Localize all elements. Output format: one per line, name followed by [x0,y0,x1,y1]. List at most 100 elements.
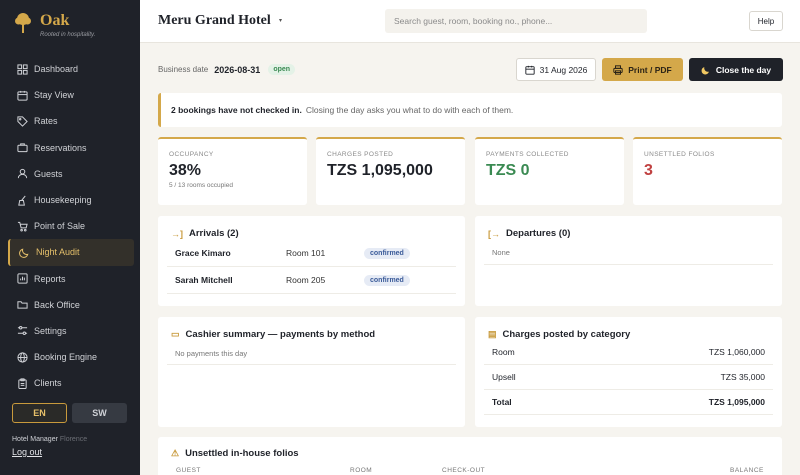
sidebar-item-label: Settings [34,325,67,336]
user-info: Hotel Manager Florence [12,436,87,443]
sidebar-nav: Dashboard Stay View Rates Reservations G… [8,56,134,396]
category-amount: TZS 35,000 [720,372,765,382]
sidebar-item-stay-view[interactable]: Stay View [8,82,134,108]
payments-collected-card: PAYMENTS COLLECTED TZS 0 [475,137,624,205]
unsettled-folios-title: ⚠ Unsettled in-house folios [171,448,299,459]
unsettled-folios-card: UNSETTLED FOLIOS 3 [633,137,782,205]
printer-icon [613,64,623,75]
sidebar-item-guests[interactable]: Guests [8,161,134,187]
table-row: Room TZS 1,060,000 [484,340,773,365]
business-date: Business date 2026-08-31 open [158,64,296,75]
room-number: Room 205 [286,275,326,285]
total-amount: TZS 1,095,000 [708,397,765,407]
close-the-day-button[interactable]: Close the day [689,58,783,81]
sidebar-item-label: Back Office [34,299,80,310]
calendar-icon [16,89,28,101]
category-amount: TZS 1,060,000 [708,347,765,357]
occupancy-card: OCCUPANCY 38% 5 / 13 rooms occupied [158,137,307,205]
help-button[interactable]: Help [749,11,783,31]
guest-name: Grace Kimaro [175,248,231,258]
sidebar-item-booking-engine[interactable]: Booking Engine [8,344,134,370]
moon-icon [701,66,709,74]
departures-title: [→ Departures (0) [488,228,570,239]
column-header-guest[interactable]: GUEST [176,467,201,474]
arrivals-panel: →] Arrivals (2) Grace Kimaro Room 101 co… [158,216,465,306]
calendar-icon [525,65,535,75]
user-role: Hotel Manager [12,436,58,443]
lang-sw-button[interactable]: SW [72,403,127,423]
search-input[interactable]: Search guest, room, booking no., phone..… [385,9,647,33]
print-pdf-button[interactable]: Print / PDF [602,58,683,81]
tag-icon [16,115,28,127]
business-date-value: 2026-08-31 [214,64,261,75]
close-the-day-label: Close the day [715,64,772,75]
date-picker-button[interactable]: 31 Aug 2026 [516,58,596,81]
cart-icon [16,220,28,232]
oak-tree-logo-icon [15,13,31,33]
sidebar-item-label: Guests [34,168,63,179]
print-pdf-label: Print / PDF [628,64,672,75]
user-name: Florence [59,436,88,443]
sidebar-item-label: Night Audit [36,247,80,258]
briefcase-icon [16,142,28,154]
sidebar-item-reports[interactable]: Reports [8,266,134,292]
empty-message: None [492,248,510,257]
sidebar-item-label: Booking Engine [34,352,98,363]
table-row: Upsell TZS 35,000 [484,365,773,390]
table-row[interactable]: Sarah Mitchell Room 205 confirmed [167,267,456,294]
charges-by-category-label: Charges posted by category [502,329,631,340]
cashier-summary-panel: ▭ Cashier summary — payments by method N… [158,317,465,427]
chevron-down-icon[interactable]: ▾ [279,17,282,24]
total-row: Total TZS 1,095,000 [484,390,773,415]
total-label: Total [492,397,512,407]
clipboard-icon [16,377,28,389]
sidebar-item-label: Reports [34,273,66,284]
empty-message: No payments this day [175,349,248,358]
language-switcher: EN SW [12,403,127,423]
brand-name: Oak [40,12,70,29]
divider [484,264,773,265]
globe-icon [16,351,28,363]
not-checked-in-alert: 2 bookings have not checked in. Closing … [158,93,782,127]
receipt-icon: ▤ [488,329,497,339]
stat-value: 38% [169,162,202,179]
cashier-summary-label: Cashier summary — payments by method [185,329,376,340]
status-badge: confirmed [364,274,410,286]
unsettled-folios-label: Unsettled in-house folios [185,448,299,459]
chart-icon [16,273,28,285]
category-name: Upsell [492,372,516,382]
category-name: Room [492,347,515,357]
broom-icon [16,194,28,206]
column-header-check-out[interactable]: CHECK-OUT [442,467,485,474]
sidebar-item-reservations[interactable]: Reservations [8,135,134,161]
table-row[interactable]: Grace Kimaro Room 101 confirmed [167,240,456,267]
stat-value: TZS 1,095,000 [327,162,433,179]
sidebar-item-point-of-sale[interactable]: Point of Sale [8,213,134,239]
sidebar-item-clients[interactable]: Clients [8,370,134,396]
moon-icon [18,246,30,258]
column-header-room[interactable]: ROOM [350,467,372,474]
brand[interactable]: Oak Rooted in hospitality. [14,12,95,38]
hotel-name[interactable]: Meru Grand Hotel [158,13,271,29]
stat-value: TZS 0 [486,162,530,179]
sidebar-item-dashboard[interactable]: Dashboard [8,56,134,82]
sidebar-item-label: Housekeeping [34,195,92,206]
stat-label: UNSETTLED FOLIOS [644,151,715,158]
charges-by-category-panel: ▤ Charges posted by category Room TZS 1,… [475,317,782,427]
sidebar-item-housekeeping[interactable]: Housekeeping [8,187,134,213]
lang-en-button[interactable]: EN [12,403,67,423]
status-badge: confirmed [364,247,410,259]
sidebar: Oak Rooted in hospitality. Dashboard Sta… [0,0,140,475]
arrivals-title-label: Arrivals (2) [189,228,239,239]
sidebar-item-night-audit[interactable]: Night Audit [8,239,134,266]
sidebar-item-label: Clients [34,378,62,389]
sidebar-item-label: Rates [34,116,58,127]
divider [167,364,456,365]
column-header-balance[interactable]: BALANCE [730,467,764,474]
logout-link[interactable]: Log out [12,447,42,457]
sidebar-item-back-office[interactable]: Back Office [8,292,134,318]
stat-label: CHARGES POSTED [327,151,394,158]
sidebar-item-settings[interactable]: Settings [8,318,134,344]
sidebar-item-rates[interactable]: Rates [8,108,134,134]
stat-subtext: 5 / 13 rooms occupied [169,182,233,189]
